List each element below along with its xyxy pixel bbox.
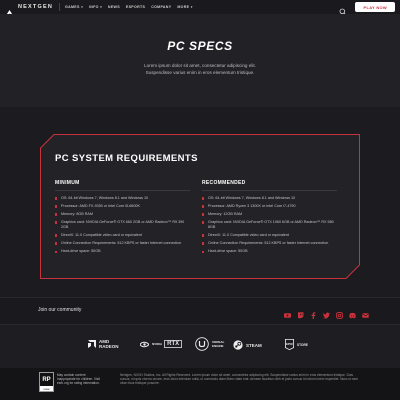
minimum-heading: MINIMUM <box>55 180 190 191</box>
list-item: Graphics card: NVIDIA GeForce® GTX 660 2… <box>55 220 190 230</box>
amd-arrow-icon <box>88 340 96 348</box>
list-item: Graphics card: NVIDIA GeForce® GTX 1060 … <box>202 220 337 230</box>
list-item: OS: 64-bit Windows 7, Windows 8.1 and Wi… <box>55 196 190 201</box>
steam-logo: STEAM <box>233 340 262 350</box>
discord-icon[interactable] <box>349 306 356 319</box>
nav-divider <box>59 3 60 11</box>
unreal-engine-logo: UNREAL ENGINE <box>195 337 225 351</box>
facebook-icon[interactable] <box>310 306 317 319</box>
instagram-icon[interactable] <box>336 306 343 319</box>
list-item: Memory: 12GB RAM <box>202 212 337 217</box>
list-item: OS: 64-bit Windows 7, Windows 8.1 and Wi… <box>202 196 337 201</box>
nvidia-rtx-logo: NVIDIA RTX <box>140 340 183 348</box>
legal-text: Nextgen, NXGH Studios, Inc. All Rights R… <box>120 373 359 386</box>
recommended-column: RECOMMENDED OS: 64-bit Windows 7, Window… <box>202 180 337 257</box>
play-now-button[interactable]: PLAY NOW <box>355 2 395 12</box>
nav-item-esports[interactable]: ESPORTS <box>126 5 145 9</box>
epic-shield-icon: EPIC <box>285 339 294 350</box>
nav-item-info[interactable]: INFO ▾ <box>89 5 102 9</box>
chevron-down-icon: ▾ <box>81 5 83 9</box>
epic-shield-text: EPIC <box>286 342 294 346</box>
list-item: Processor: AMD FX-9350 or Intel Core i5-… <box>55 204 190 209</box>
requirements-title: PC SYSTEM REQUIREMENTS <box>55 153 198 164</box>
search-icon[interactable] <box>339 3 347 16</box>
unreal-u-icon <box>195 337 209 351</box>
social-links <box>284 306 369 319</box>
list-item: Memory: 8GB RAM <box>55 212 190 217</box>
hero-subtitle-line-1: Lorem ipsum dolor sit amet, consectetur … <box>144 63 256 68</box>
footer: RP ESRB May contain content inappropriat… <box>0 368 400 400</box>
list-item: DirectX: 11.0 Compatible video card or e… <box>55 233 190 238</box>
rating-description: May contain content inappropriate for ch… <box>57 373 100 386</box>
requirements-card: PC SYSTEM REQUIREMENTS MINIMUM OS: 64-bi… <box>40 134 360 279</box>
chevron-down-icon: ▾ <box>190 5 193 9</box>
top-navbar: NEXTGEN GAMES ▾ INFO ▾ NEWS ESPORTS COMPAN… <box>0 0 400 17</box>
minimum-list: OS: 64-bit Windows 7, Windows 8.1 and Wi… <box>55 196 190 254</box>
brand-mark-icon <box>5 4 14 17</box>
partner-line-2: STORE <box>297 342 308 347</box>
nav-item-label: GAMES <box>65 5 80 9</box>
amd-radeon-logo: AMD RADEON <box>88 339 119 349</box>
rating-code: RP <box>40 373 53 386</box>
list-item: Hard-drive space: 50GB <box>202 249 337 254</box>
youtube-icon[interactable] <box>284 306 291 318</box>
nav-item-games[interactable]: GAMES ▾ <box>65 5 83 9</box>
partner-line-2: ENGINE <box>212 344 224 348</box>
community-label: Join our community <box>38 307 82 313</box>
page-title: PC SPECS <box>167 39 233 53</box>
chevron-down-icon: ▾ <box>100 5 102 9</box>
nav-actions: PLAY NOW <box>339 2 395 16</box>
minimum-column: MINIMUM OS: 64-bit Windows 7, Windows 8.… <box>55 180 190 257</box>
nav-item-news[interactable]: NEWS <box>108 5 120 9</box>
recommended-heading: RECOMMENDED <box>202 180 337 191</box>
main-menu: GAMES ▾ INFO ▾ NEWS ESPORTS COMPANY MORE ▾ <box>65 5 193 9</box>
nav-item-label: COMPANY <box>151 5 172 9</box>
twitch-icon[interactable] <box>297 306 304 319</box>
nav-item-label: NEWS <box>107 5 120 9</box>
nav-item-label: INFO <box>88 5 99 9</box>
brand-logo[interactable]: NEXTGEN <box>5 4 53 17</box>
esrb-rating-badge[interactable]: RP ESRB <box>39 372 54 392</box>
epic-store-logo: EPIC STORE <box>285 339 308 350</box>
partner-line-2: RADEON <box>99 344 119 349</box>
nav-item-more[interactable]: MORE ▾ <box>177 5 192 9</box>
hero-subtitle-line-2: Suspendisse varius enim in eros elementu… <box>145 69 255 75</box>
partner-line-1: STEAM <box>246 342 262 348</box>
steam-icon <box>233 340 243 350</box>
twitter-icon[interactable] <box>323 306 330 319</box>
nav-item-company[interactable]: COMPANY <box>151 5 171 9</box>
hero-section: PC SPECS Lorem ipsum dolor sit amet, con… <box>0 14 400 107</box>
list-item: Online Connection Requirements: 512 KBPS… <box>55 241 190 246</box>
recommended-list: OS: 64-bit Windows 7, Windows 8.1 and Wi… <box>202 196 337 254</box>
nvidia-eye-icon <box>140 341 149 347</box>
partner-line-1: NVIDIA <box>152 342 163 346</box>
community-bar: Join our community <box>0 297 400 324</box>
list-item: Processor: AMD Ryzen 3 1300X or Intel Co… <box>202 204 337 209</box>
nav-item-label: ESPORTS <box>125 5 146 9</box>
partner-logos: AMD RADEON NVIDIA RTX UNREAL ENGINE STEAM … <box>0 324 400 369</box>
hero-subtitle: Lorem ipsum dolor sit amet, consectetur … <box>0 63 400 76</box>
nav-item-label: MORE <box>177 5 190 9</box>
list-item: Online Connection Requirements: 512 KBPS… <box>202 241 337 246</box>
requirements-section: PC SYSTEM REQUIREMENTS MINIMUM OS: 64-bi… <box>0 107 400 297</box>
rating-org: ESRB <box>43 389 50 391</box>
list-item: Hard-drive space: 50GB <box>55 249 190 254</box>
list-item: DirectX: 11.0 Compatible video card or e… <box>202 233 337 238</box>
brand-name: NEXTGEN <box>18 4 53 10</box>
email-icon[interactable] <box>362 306 369 318</box>
partner-line-2: RTX <box>164 340 183 348</box>
